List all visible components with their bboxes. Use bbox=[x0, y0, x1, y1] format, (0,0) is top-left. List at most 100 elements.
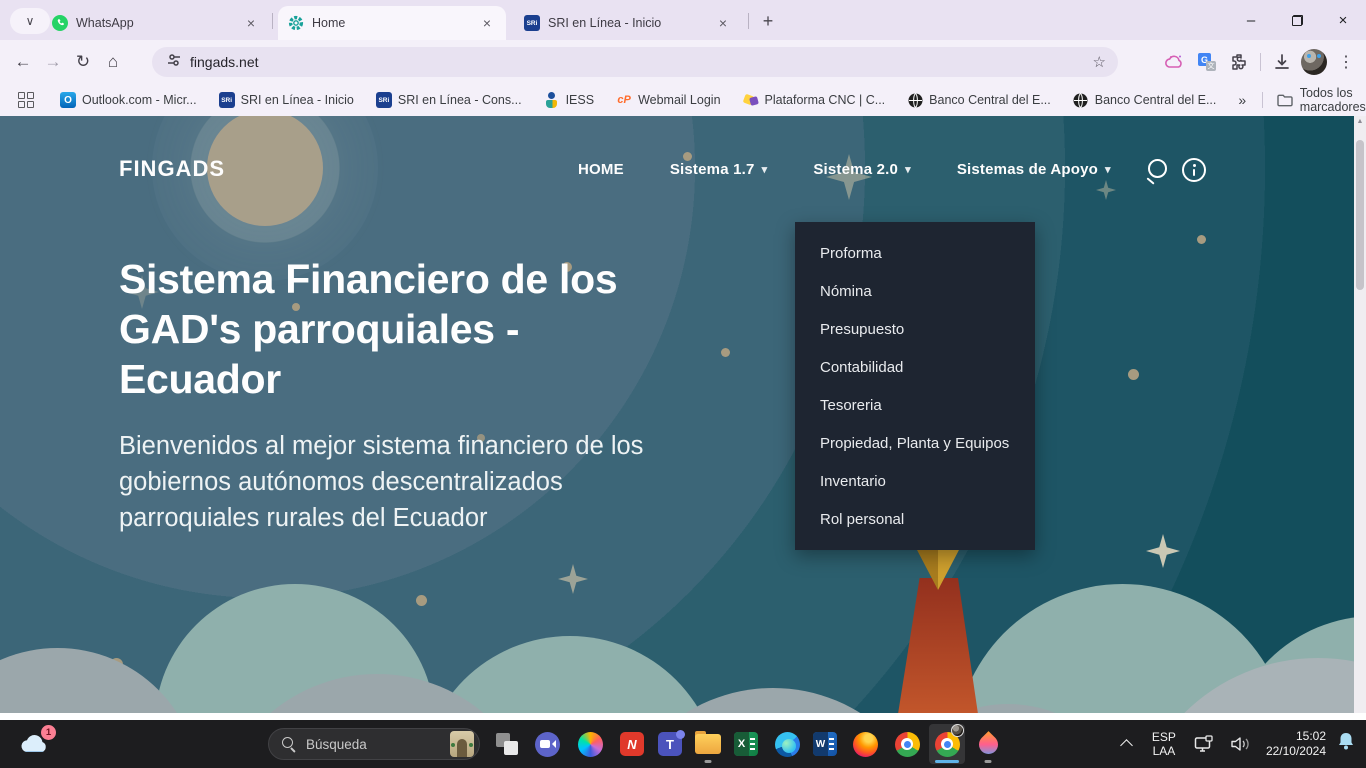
taskbar-icon-teams[interactable]: T bbox=[652, 724, 688, 764]
bookmark-sri-consultas[interactable]: SRi SRI en Línea - Cons... bbox=[376, 92, 522, 108]
site-logo[interactable]: FINGADS bbox=[119, 156, 225, 182]
star-decoration bbox=[558, 564, 588, 594]
tab-chevron-icon: ∨ bbox=[26, 14, 35, 28]
network-icon[interactable] bbox=[1194, 735, 1216, 753]
tab-close-icon[interactable]: × bbox=[478, 14, 496, 32]
cnc-icon bbox=[743, 92, 759, 108]
bookmark-label: IESS bbox=[566, 93, 595, 107]
page-bottom-strip bbox=[0, 713, 1366, 720]
tab-sri[interactable]: SRi SRI en Línea - Inicio × bbox=[514, 6, 742, 40]
apps-grid-icon[interactable] bbox=[18, 92, 34, 108]
tab-close-icon[interactable]: × bbox=[242, 14, 260, 32]
minimize-button[interactable]: – bbox=[1228, 0, 1274, 40]
search-placeholder: Búsqueda bbox=[306, 737, 450, 752]
bookmark-label: SRI en Línea - Cons... bbox=[398, 93, 522, 107]
taskbar-search[interactable]: Búsqueda bbox=[268, 728, 480, 760]
nav-label: Sistema 2.0 bbox=[813, 161, 898, 178]
menu-item-proforma[interactable]: Proforma bbox=[795, 234, 1035, 272]
language-indicator[interactable]: ESP LAA bbox=[1152, 730, 1176, 758]
tab-home[interactable]: Home × bbox=[278, 6, 506, 40]
translate-extension-icon[interactable]: G 文 bbox=[1193, 48, 1221, 76]
menu-item-nomina[interactable]: Nómina bbox=[795, 272, 1035, 310]
extensions-puzzle-icon[interactable] bbox=[1225, 48, 1253, 76]
menu-item-inventario[interactable]: Inventario bbox=[795, 462, 1035, 500]
bookmark-iess[interactable]: IESS bbox=[544, 92, 595, 108]
taskbar-icon-paint-drop[interactable] bbox=[970, 724, 1006, 764]
taskbar-icon-excel[interactable] bbox=[728, 724, 764, 764]
taskbar-icon-edge[interactable] bbox=[769, 724, 805, 764]
toolbar-separator bbox=[1260, 53, 1261, 71]
profile-avatar[interactable] bbox=[1300, 48, 1328, 76]
tray-chevron-up-icon[interactable] bbox=[1122, 739, 1132, 749]
menu-item-propiedad[interactable]: Propiedad, Planta y Equipos bbox=[795, 424, 1035, 462]
page-scrollbar[interactable]: ▲ bbox=[1354, 116, 1366, 713]
clock[interactable]: 15:02 22/10/2024 bbox=[1266, 729, 1326, 759]
taskbar-icon-chrome[interactable] bbox=[889, 724, 925, 764]
nav-sistema-17[interactable]: Sistema 1.7▾ bbox=[670, 161, 768, 178]
volume-icon[interactable] bbox=[1230, 736, 1252, 752]
menu-item-rol-personal[interactable]: Rol personal bbox=[795, 500, 1035, 538]
bookmark-banco-central-1[interactable]: Banco Central del E... bbox=[907, 92, 1051, 108]
menu-item-contabilidad[interactable]: Contabilidad bbox=[795, 348, 1035, 386]
back-button[interactable]: ← bbox=[8, 47, 38, 77]
forward-button[interactable]: → bbox=[38, 47, 68, 77]
bookmark-banco-central-2[interactable]: Banco Central del E... bbox=[1073, 92, 1217, 108]
chevron-down-icon: ▾ bbox=[1105, 163, 1111, 176]
nav-sistema-20[interactable]: Sistema 2.0▾ bbox=[813, 161, 911, 178]
nav-label: Sistema 1.7 bbox=[670, 161, 755, 178]
word-icon bbox=[813, 732, 837, 756]
bookmarks-overflow-icon[interactable]: » bbox=[1238, 92, 1246, 108]
browser-menu-icon[interactable]: ⋮ bbox=[1332, 48, 1360, 76]
downloads-icon[interactable] bbox=[1268, 48, 1296, 76]
weather-widget[interactable]: 1 bbox=[14, 729, 54, 759]
system-tray: ESP LAA 15:02 22/10/2024 bbox=[1122, 720, 1366, 768]
nav-home[interactable]: HOME bbox=[578, 161, 624, 178]
rocket-flame-trail bbox=[898, 578, 978, 713]
iess-icon bbox=[544, 92, 560, 108]
scroll-up-icon[interactable]: ▲ bbox=[1354, 118, 1366, 125]
taskbar-icon-pdf[interactable]: N bbox=[614, 724, 650, 764]
bookmark-outlook[interactable]: O Outlook.com - Micr... bbox=[60, 92, 197, 108]
new-tab-button[interactable]: + bbox=[756, 9, 780, 33]
cpanel-icon: cP bbox=[616, 92, 632, 108]
nav-sistemas-apoyo[interactable]: Sistemas de Apoyo▾ bbox=[957, 161, 1111, 178]
all-bookmarks-label: Todos los marcadores bbox=[1300, 86, 1366, 114]
taskbar-icon-word[interactable] bbox=[807, 724, 843, 764]
home-button[interactable]: ⌂ bbox=[98, 47, 128, 77]
bookmark-sri-inicio[interactable]: SRi SRI en Línea - Inicio bbox=[219, 92, 354, 108]
scrollbar-thumb[interactable] bbox=[1356, 140, 1364, 290]
menu-item-presupuesto[interactable]: Presupuesto bbox=[795, 310, 1035, 348]
bookmark-webmail[interactable]: cP Webmail Login bbox=[616, 92, 720, 108]
start-button[interactable] bbox=[226, 731, 252, 757]
url-text[interactable]: fingads.net bbox=[190, 54, 259, 70]
close-button[interactable]: × bbox=[1320, 0, 1366, 40]
address-bar[interactable]: fingads.net ☆ bbox=[152, 47, 1118, 77]
bookmark-label: Plataforma CNC | C... bbox=[765, 93, 886, 107]
taskbar-icon-chrome-active[interactable] bbox=[929, 724, 965, 764]
notification-bell-icon[interactable] bbox=[1336, 731, 1356, 758]
pdf-icon: N bbox=[620, 732, 644, 756]
bookmark-cnc[interactable]: Plataforma CNC | C... bbox=[743, 92, 886, 108]
taskbar-icon-firefox[interactable] bbox=[847, 724, 883, 764]
search-icon[interactable] bbox=[1143, 158, 1169, 184]
active-window-indicator bbox=[935, 760, 959, 763]
taskbar-icon-chat[interactable] bbox=[529, 724, 565, 764]
edge-icon bbox=[775, 732, 800, 757]
restore-button[interactable] bbox=[1274, 0, 1320, 40]
tab-whatsapp[interactable]: WhatsApp × bbox=[42, 6, 270, 40]
weather-extension-icon[interactable] bbox=[1161, 48, 1189, 76]
info-icon[interactable] bbox=[1182, 158, 1206, 182]
dot-decoration bbox=[683, 152, 692, 161]
task-view-button[interactable] bbox=[494, 731, 520, 757]
bookmark-star-icon[interactable]: ☆ bbox=[1093, 53, 1106, 71]
tab-close-icon[interactable]: × bbox=[714, 14, 732, 32]
taskbar-icon-copilot[interactable] bbox=[572, 724, 608, 764]
toolbar-extensions: G 文 ⋮ bbox=[1161, 40, 1366, 84]
taskbar-icon-explorer[interactable] bbox=[690, 724, 726, 764]
taskbar: 1 Búsqueda N T ESP LAA bbox=[0, 720, 1366, 768]
all-bookmarks-button[interactable]: Todos los marcadores bbox=[1277, 86, 1366, 114]
reload-button[interactable]: ↻ bbox=[68, 47, 98, 77]
search-highlight-image[interactable] bbox=[450, 731, 474, 757]
menu-item-tesoreria[interactable]: Tesoreria bbox=[795, 386, 1035, 424]
site-settings-icon[interactable] bbox=[166, 52, 182, 73]
